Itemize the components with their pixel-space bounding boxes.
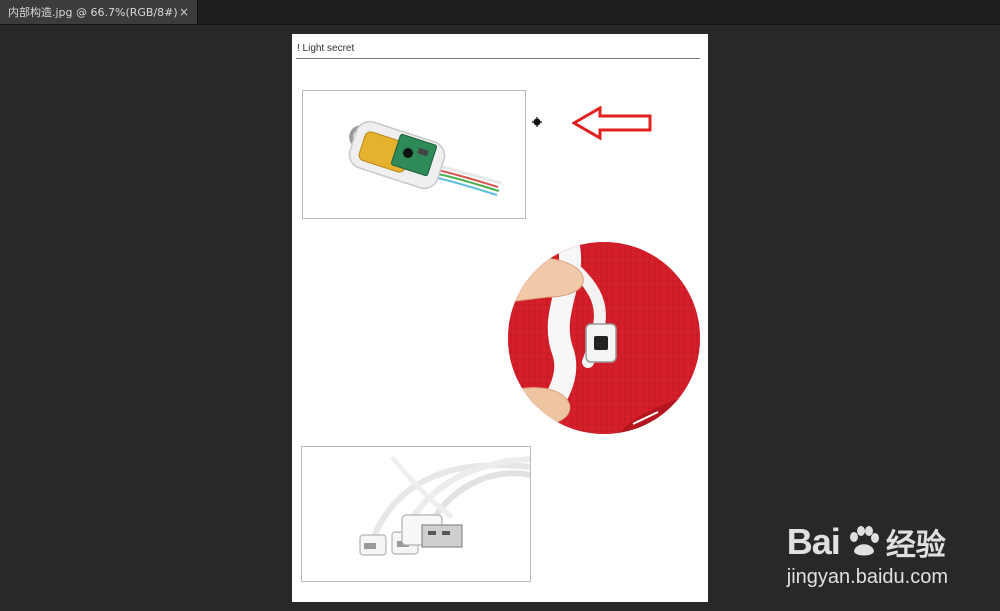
light-module-illustration: [348, 120, 502, 196]
watermark-brand-left: Bai: [786, 521, 841, 562]
usb-cable-photo: [301, 446, 531, 582]
image-document[interactable]: ! Light secret: [292, 34, 708, 602]
doc-header-divider: [296, 58, 700, 59]
watermark-brand-right: 经验: [885, 529, 946, 562]
usb-cable-illustration: [359, 455, 530, 556]
charging-port-closeup-photo: [508, 242, 700, 434]
cursor-marker-icon: [532, 117, 542, 127]
document-tab-title: 内部构造.jpg @ 66.7%(RGB/8#): [8, 6, 178, 19]
document-tab[interactable]: 内部构造.jpg @ 66.7%(RGB/8#) ×: [0, 0, 198, 24]
charging-port-illustration: [508, 242, 700, 434]
paw-logo-icon: [849, 526, 879, 556]
baidu-jingyan-watermark: Bai 经验 jingyan.baidu.com: [787, 520, 948, 589]
watermark-url: jingyan.baidu.com: [786, 566, 948, 588]
doc-header-text: ! Light secret: [297, 43, 355, 54]
light-module-photo: [302, 90, 526, 219]
red-arrow-left-icon: [572, 106, 652, 140]
tab-close-icon[interactable]: ×: [179, 5, 189, 19]
document-tab-bar: 内部构造.jpg @ 66.7%(RGB/8#) ×: [0, 0, 1000, 25]
